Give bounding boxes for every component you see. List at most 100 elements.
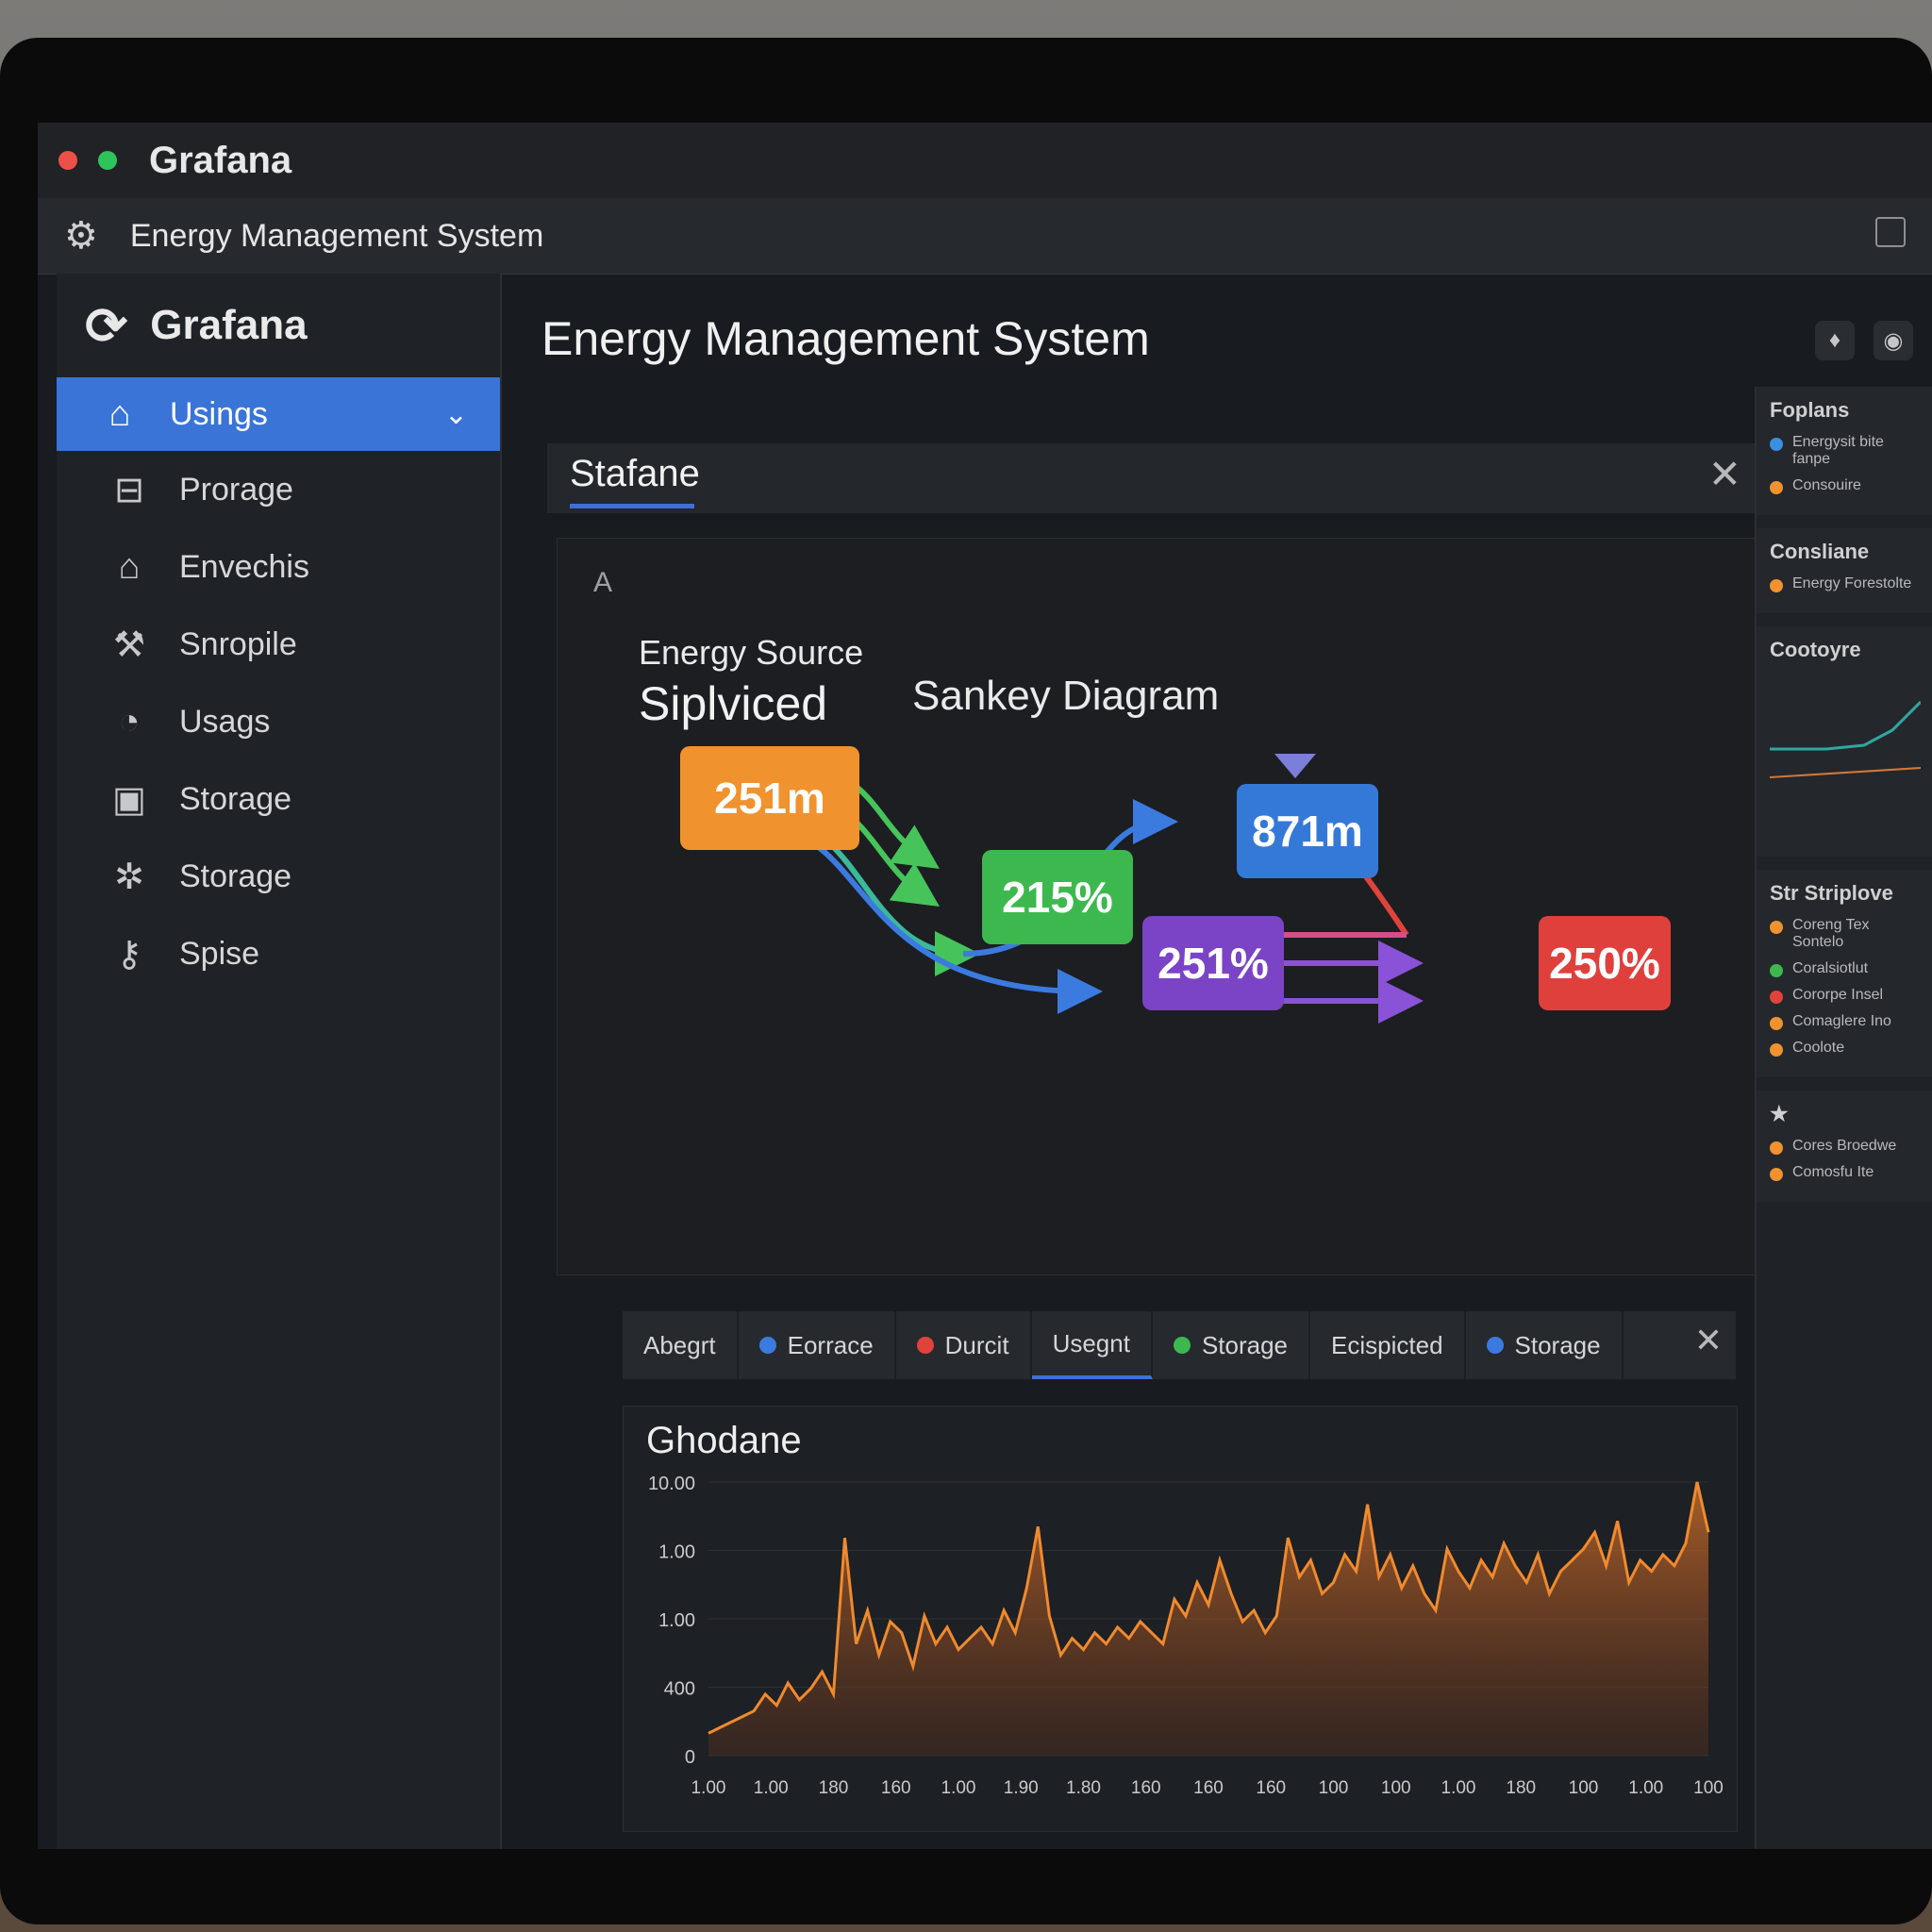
right-panel: Foplans Energysit bite fanpe Consouire C… bbox=[1755, 387, 1932, 1849]
page-title: Energy Management System bbox=[541, 312, 1150, 365]
status-dot bbox=[1770, 1141, 1783, 1155]
sidebar-item-storage-2[interactable]: ✲ Storage bbox=[57, 838, 500, 915]
top-icons: ♦ ◉ bbox=[1815, 321, 1913, 360]
list-item[interactable]: Comosfu Ite bbox=[1770, 1164, 1923, 1181]
y-tick-label: 400 bbox=[664, 1679, 695, 1700]
area-chart: 10.00 1.00 1.00 400 0 1.00 1.00 180 160 1.00 1.90 1… bbox=[648, 1474, 1724, 1798]
x-tick-label: 1.00 bbox=[1628, 1778, 1663, 1798]
sidebar-item-usags[interactable]: ◔ Usags bbox=[57, 683, 500, 760]
list-item[interactable]: Energy Forestolte bbox=[1770, 575, 1923, 592]
maximize-dot-icon[interactable] bbox=[98, 151, 117, 170]
cog-cluster-icon: ✲ bbox=[114, 857, 144, 897]
node-source[interactable]: 251m bbox=[680, 746, 859, 850]
legend-label: Abegrt bbox=[643, 1330, 716, 1359]
x-tick-label: 160 bbox=[1193, 1778, 1224, 1798]
section-title: Consliane bbox=[1770, 540, 1870, 563]
list-item[interactable]: Coolote bbox=[1770, 1040, 1923, 1057]
sidebar-item-label: Prorage bbox=[179, 471, 293, 508]
list-item[interactable]: Coreng Tex Sontelo bbox=[1770, 917, 1923, 951]
status-dot bbox=[1770, 1017, 1783, 1030]
x-tick-label: 1.00 bbox=[941, 1778, 976, 1798]
sidebar-item-label: Storage bbox=[179, 780, 292, 817]
x-tick-label: 100 bbox=[1381, 1778, 1411, 1798]
node-right-red[interactable]: 250% bbox=[1539, 916, 1671, 1010]
database-icon: ▣ bbox=[112, 779, 146, 820]
node-mid-green[interactable]: 215% bbox=[982, 850, 1133, 944]
main-content: Energy Management System Stafane ✕ A Ene… bbox=[519, 274, 1766, 1849]
legend-swatch bbox=[1173, 1337, 1191, 1354]
x-tick-label: 1.90 bbox=[1004, 1778, 1039, 1798]
sidebar-item-label: Snropile bbox=[179, 625, 297, 662]
legend-item[interactable]: Abegrt bbox=[623, 1311, 739, 1379]
sidebar-item-label: Usings bbox=[170, 395, 268, 432]
alert-icon[interactable]: ◉ bbox=[1874, 321, 1913, 360]
item-text: Consouire bbox=[1792, 477, 1861, 493]
legend-item[interactable]: Durcit bbox=[896, 1311, 1032, 1379]
sidebar-item-snropile[interactable]: ⚒ Snropile bbox=[57, 606, 500, 683]
status-dot bbox=[1770, 991, 1783, 1004]
right-section: Consliane Energy Forestolte bbox=[1757, 528, 1932, 613]
x-tick-label: 160 bbox=[1131, 1778, 1161, 1798]
status-dot bbox=[1770, 1168, 1783, 1181]
legend-item[interactable]: Ecispicted bbox=[1310, 1311, 1466, 1379]
item-text: Coolote bbox=[1792, 1040, 1845, 1056]
list-item[interactable]: Cores Broedwe bbox=[1770, 1138, 1923, 1155]
building-icon: ⌂ bbox=[118, 546, 141, 587]
close-icon[interactable]: ✕ bbox=[1708, 451, 1741, 497]
x-tick-label: 100 bbox=[1569, 1778, 1599, 1798]
legend-item-selected[interactable]: Usegnt bbox=[1031, 1311, 1153, 1379]
sidebar-item-envechis[interactable]: ⌂ Envechis bbox=[57, 528, 500, 606]
item-text: Coralsiotlut bbox=[1792, 960, 1869, 976]
tab-stafane[interactable]: Stafane bbox=[570, 453, 700, 495]
list-item[interactable]: Consouire bbox=[1770, 477, 1923, 494]
close-icon[interactable]: ✕ bbox=[1694, 1321, 1723, 1360]
node-top-blue[interactable]: 871m bbox=[1237, 784, 1378, 878]
bell-icon[interactable]: ♦ bbox=[1815, 321, 1855, 360]
x-tick-label: 100 bbox=[1319, 1778, 1349, 1798]
y-tick-label: 0 bbox=[685, 1747, 695, 1768]
home-icon: ⌂ bbox=[108, 393, 131, 434]
x-tick-label: 160 bbox=[1256, 1778, 1286, 1798]
right-section: Foplans Energysit bite fanpe Consouire bbox=[1757, 387, 1932, 515]
legend-label: Usegnt bbox=[1052, 1328, 1130, 1357]
x-tick-label: 1.80 bbox=[1066, 1778, 1101, 1798]
sidebar-item-spise[interactable]: ⚷ Spise bbox=[57, 915, 500, 992]
grafana-logo-icon: ⟳ bbox=[85, 297, 128, 355]
legend-item[interactable]: Storage bbox=[1466, 1311, 1624, 1379]
sidebar-item-storage[interactable]: ▣ Storage bbox=[57, 760, 500, 838]
legend-item[interactable]: Eorrace bbox=[739, 1311, 896, 1379]
item-text: Comaglere Ino bbox=[1792, 1013, 1891, 1029]
y-tick-label: 1.00 bbox=[658, 1542, 695, 1563]
node-mid-purple[interactable]: 251% bbox=[1142, 916, 1284, 1010]
sidebar-item-usings[interactable]: ⌂ Usings ⌄ bbox=[57, 377, 500, 451]
sidebar-item-prorage[interactable]: ⊟ Prorage bbox=[57, 451, 500, 528]
legend-item[interactable]: Storage bbox=[1153, 1311, 1311, 1379]
gear-icon[interactable]: ⚙ bbox=[64, 214, 98, 258]
x-tick-label: 160 bbox=[881, 1778, 911, 1798]
y-tick-label: 10.00 bbox=[648, 1474, 695, 1494]
screen: Grafana ⚙ Energy Management System ⟳ Gra… bbox=[38, 123, 1932, 1849]
brand-name: Grafana bbox=[150, 302, 308, 348]
close-dot-icon[interactable] bbox=[58, 151, 77, 170]
right-section: Cootoyre bbox=[1757, 626, 1932, 857]
star-icon[interactable]: ★ bbox=[1770, 1102, 1923, 1126]
item-text: Comosfu Ite bbox=[1792, 1164, 1874, 1180]
legend-swatch bbox=[916, 1337, 934, 1354]
list-item[interactable]: Coralsiotlut bbox=[1770, 960, 1923, 977]
sidebar-item-label: Storage bbox=[179, 858, 292, 894]
mini-chart bbox=[1769, 700, 1923, 778]
brand: ⟳ Grafana bbox=[57, 274, 500, 377]
legend-label: Storage bbox=[1514, 1330, 1601, 1359]
section-title: Cootoyre bbox=[1770, 638, 1861, 661]
legend-swatch bbox=[1486, 1337, 1504, 1354]
restore-icon[interactable] bbox=[1875, 217, 1906, 247]
list-item[interactable]: Comaglere Ino bbox=[1770, 1013, 1923, 1030]
os-title: Grafana bbox=[149, 139, 292, 181]
sankey-panel: A Energy Source Siplviced Sankey Diagram bbox=[557, 538, 1766, 1275]
legend-label: Durcit bbox=[944, 1330, 1009, 1359]
list-item[interactable]: Energysit bite fanpe bbox=[1770, 434, 1923, 468]
chevron-down-icon[interactable]: ⌄ bbox=[444, 398, 468, 431]
list-item[interactable]: Cororpe Insel bbox=[1770, 987, 1923, 1004]
legend-swatch bbox=[758, 1337, 776, 1354]
section-title: Foplans bbox=[1770, 398, 1850, 422]
